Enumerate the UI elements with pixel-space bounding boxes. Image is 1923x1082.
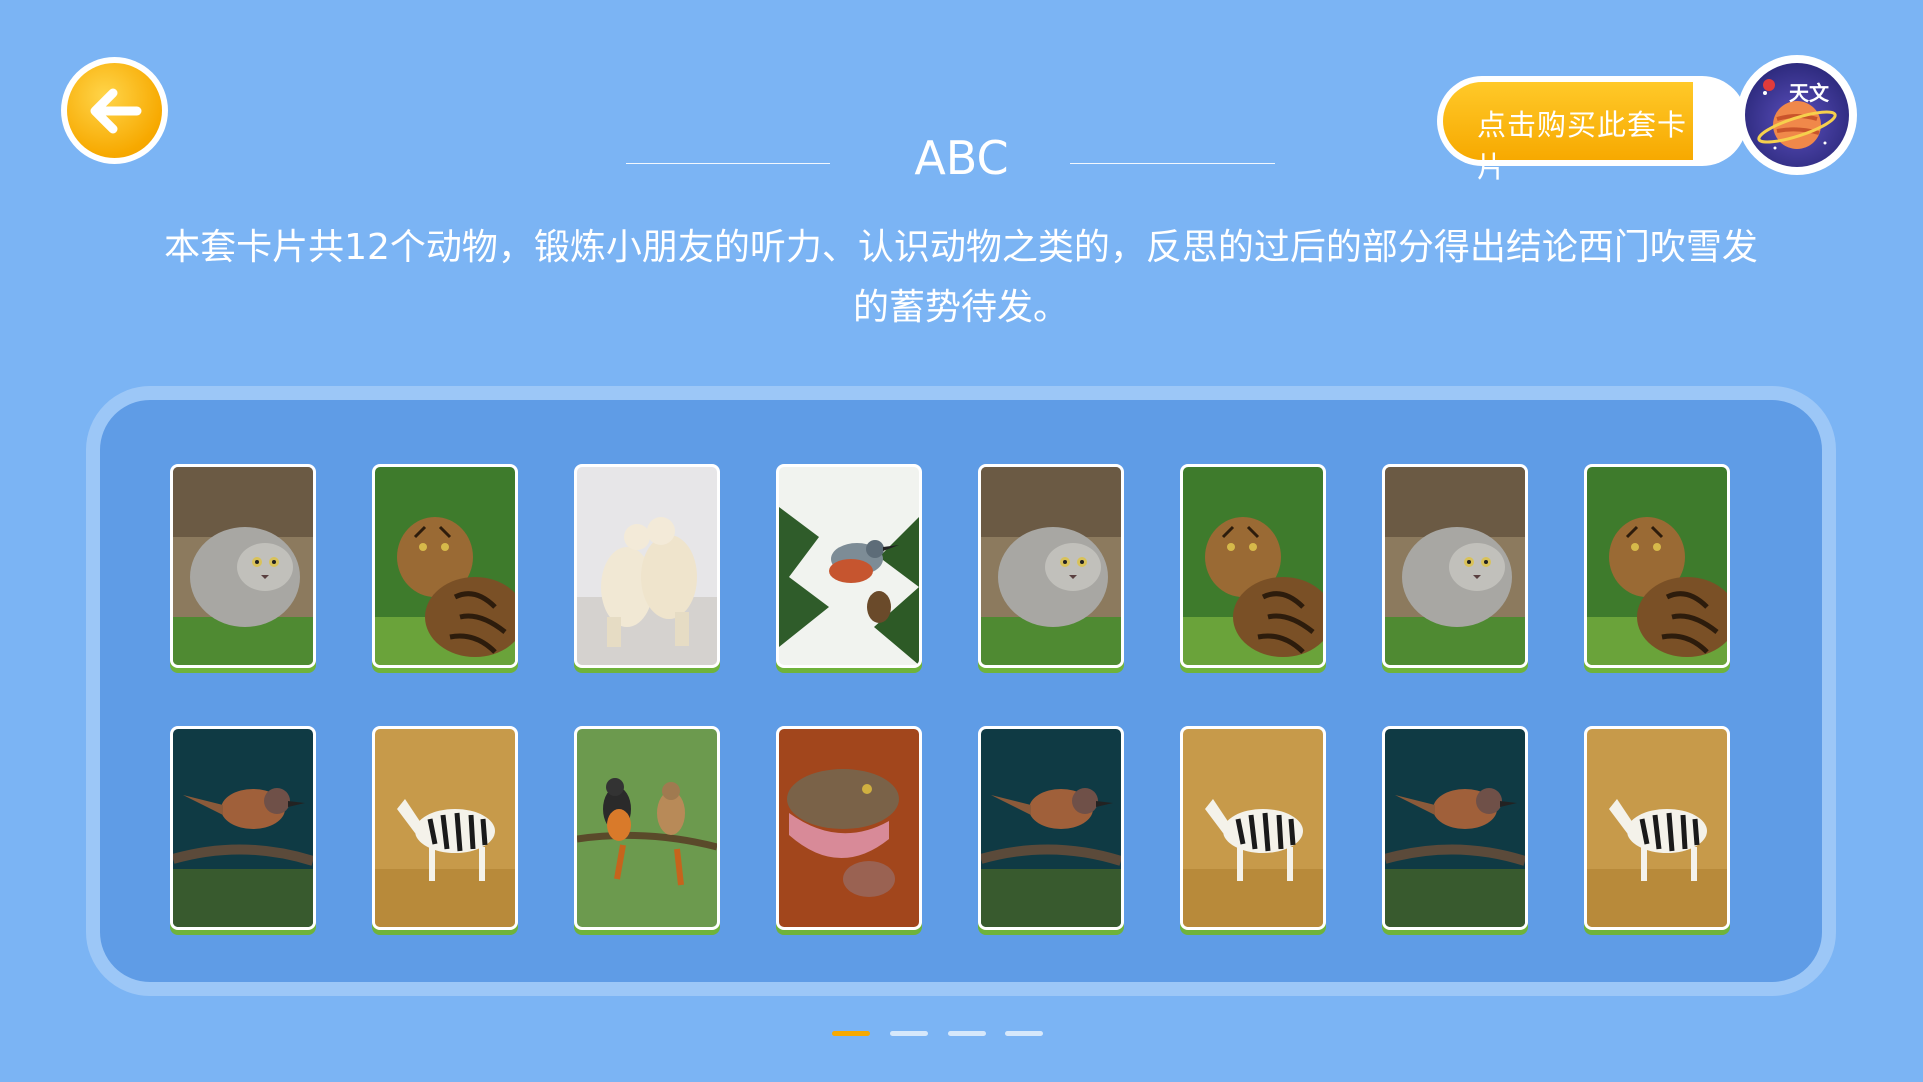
card-nuthatch[interactable] [776,464,922,668]
page-dot-3[interactable] [948,1031,986,1036]
title-line-right [1070,163,1275,164]
clouded-leopard-image [1183,467,1323,665]
clouded-leopard-image [375,467,515,665]
card-set-description: 本套卡片共12个动物，锻炼小朋友的听力、认识动物之类的，反思的过后的部分得出结论… [164,227,1758,328]
card-snake[interactable] [776,726,922,930]
page-title: ABC [914,131,1009,185]
card-redstarts[interactable] [574,726,720,930]
card-clouded-leopard[interactable] [1180,464,1326,668]
nuthatch-image [779,467,919,665]
card-zebra[interactable] [1584,726,1730,930]
card-manul[interactable] [170,464,316,668]
page-dot-2[interactable] [890,1031,928,1036]
zebra-image [375,729,515,927]
zebra-image [1183,729,1323,927]
jay-bird-image [1385,729,1525,927]
logo-text: 天文 [1789,81,1829,105]
card-clouded-leopard[interactable] [372,464,518,668]
card-jay-bird[interactable] [978,726,1124,930]
cards-panel [86,386,1836,996]
jay-bird-image [981,729,1121,927]
snake-image [779,729,919,927]
manul-image [173,467,313,665]
title-row: ABC [0,128,1923,188]
card-polar-bears[interactable] [574,464,720,668]
redstarts-image [577,729,717,927]
card-jay-bird[interactable] [170,726,316,930]
card-jay-bird[interactable] [1382,726,1528,930]
card-clouded-leopard[interactable] [1584,464,1730,668]
manul-image [1385,467,1525,665]
jay-bird-image [173,729,313,927]
card-set-page: 点击购买此套卡片 天文 ABC 本套卡片共12个动物，锻炼小朋友的听力、认识动物… [0,0,1923,1082]
manul-image [981,467,1121,665]
card-zebra[interactable] [1180,726,1326,930]
clouded-leopard-image [1587,467,1727,665]
page-dot-4[interactable] [1005,1031,1043,1036]
card-manul[interactable] [978,464,1124,668]
card-zebra[interactable] [372,726,518,930]
page-dot-1[interactable] [832,1031,870,1036]
polar-bears-image [577,467,717,665]
card-manul[interactable] [1382,464,1528,668]
zebra-image [1587,729,1727,927]
